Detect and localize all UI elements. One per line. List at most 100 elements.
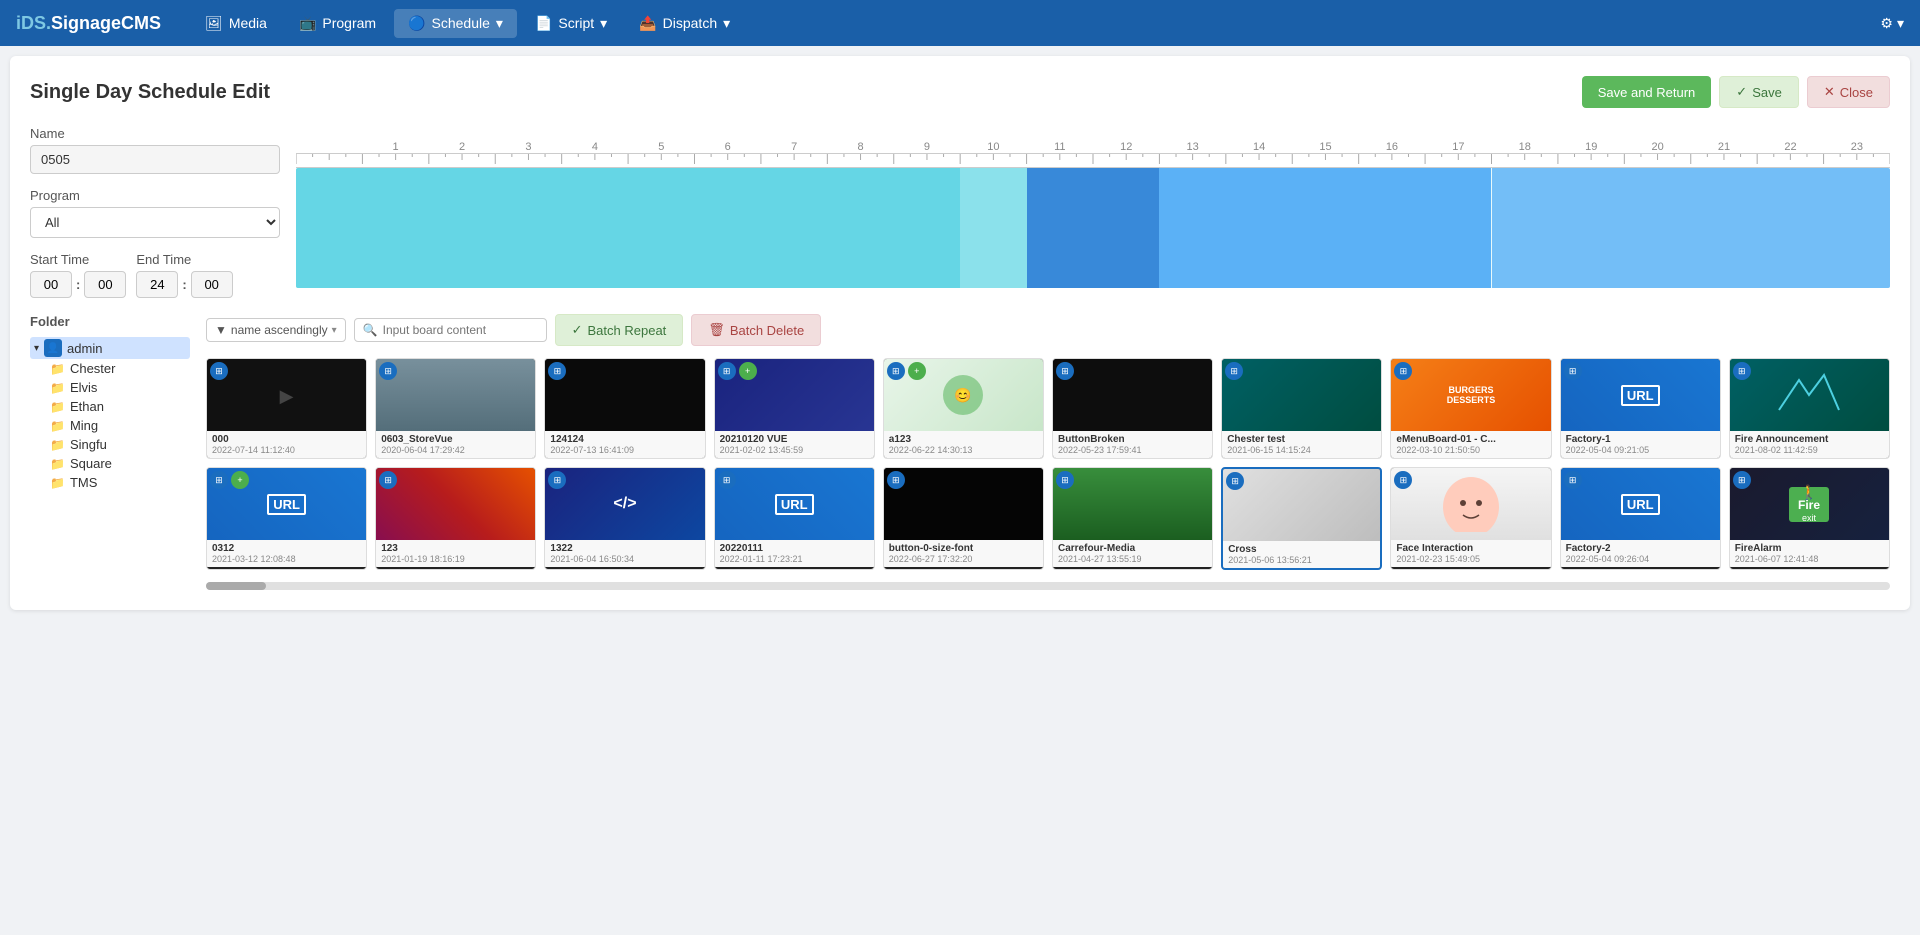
folder-ethan-label: Ethan (70, 399, 104, 414)
media-card-chestertest[interactable]: ⊞ Chester test 2021-06-15 14:15:24 (1221, 358, 1382, 459)
media-date-button0: 2022-06-27 17:32:20 (889, 554, 1038, 564)
media-card-carrefour[interactable]: ⊞ Carrefour-Media 2021-04-27 13:55:19 (1052, 467, 1213, 570)
nav-program[interactable]: 📺 Program (285, 9, 390, 38)
media-card-face[interactable]: ⊞ Face Interaction 2021-02-23 15:49:05 (1390, 467, 1551, 570)
media-info-cross: Cross 2021-05-06 13:56:21 (1223, 541, 1380, 568)
badge-cross: ⊞ (1226, 472, 1244, 490)
folder-admin[interactable]: ▾ 👤 admin (30, 337, 190, 359)
collapse-icon: ▾ (34, 343, 39, 354)
end-time-sep: : (182, 277, 186, 292)
media-card-factory2[interactable]: ⊞ URL Factory-2 2022-05-04 09:26:04 (1560, 467, 1721, 570)
media-card-0603[interactable]: ⊞ 0603_StoreVue 2020-06-04 17:29:42 (375, 358, 536, 459)
nav-media[interactable]: 🖼 Media (191, 9, 281, 38)
media-thumb-chestertest: ⊞ (1222, 359, 1381, 431)
media-thumb-button0: ⊞ (884, 468, 1043, 540)
start-min-input[interactable] (84, 271, 126, 298)
folder-square[interactable]: 📁 Square (46, 454, 190, 473)
media-grid: ⊞ ▶ 000 2022-07-14 11:12:40 ⊞ 0603_Store… (206, 358, 1890, 570)
batch-repeat-button[interactable]: ✓ Batch Repeat (555, 314, 684, 346)
media-card-button0[interactable]: ⊞ button-0-size-font 2022-06-27 17:32:20 (883, 467, 1044, 570)
scrollbar-area[interactable] (206, 582, 1890, 590)
folder-singfu[interactable]: 📁 Singfu (46, 435, 190, 454)
nav-schedule[interactable]: 🔵 Schedule ▾ (394, 9, 517, 38)
folder-ethan[interactable]: 📁 Ethan (46, 397, 190, 416)
media-thumb-123: ⊞ (376, 468, 535, 540)
media-card-124124[interactable]: ⊞ 124124 2022-07-13 16:41:09 (544, 358, 705, 459)
media-card-buttonbroken[interactable]: ⊞ ButtonBroken 2022-05-23 17:59:41 (1052, 358, 1213, 459)
media-card-123[interactable]: ⊞ 123 2021-01-19 18:16:19 (375, 467, 536, 570)
media-card-emenu[interactable]: ⊞ BURGERSDESSERTS eMenuBoard-01 - C... 2… (1390, 358, 1551, 459)
program-select[interactable]: All (30, 207, 280, 238)
timeline-bar-2 (1027, 168, 1160, 288)
badge-face: ⊞ (1394, 471, 1412, 489)
media-card-factory1[interactable]: ⊞ URL Factory-1 2022-05-04 09:21:05 (1560, 358, 1721, 459)
end-min-input[interactable] (191, 271, 233, 298)
badge-emenu: ⊞ (1394, 362, 1412, 380)
media-card-fireannouncement[interactable]: ⊞ Fire Announcement 2021-08-02 11:42:59 (1729, 358, 1890, 459)
media-info-vue: 20210120 VUE 2021-02-02 13:45:59 (715, 431, 874, 458)
nav-media-label: Media (229, 15, 267, 31)
search-icon: 🔍 (363, 323, 378, 337)
a123-svg: 😊 (933, 370, 993, 420)
start-hour-input[interactable] (30, 271, 72, 298)
ruler-labels: 1 2 3 4 5 6 7 8 9 10 11 12 13 14 (296, 141, 1890, 153)
check-icon-batch: ✓ (572, 322, 583, 338)
badge-button0: ⊞ (887, 471, 905, 489)
name-input[interactable] (30, 145, 280, 174)
media-name-a123: a123 (889, 434, 1038, 445)
ruler-label-8: 8 (827, 141, 893, 153)
save-return-button[interactable]: Save and Return (1582, 76, 1712, 108)
media-date-face: 2021-02-23 15:49:05 (1396, 554, 1545, 564)
timeline-bar-5 (960, 168, 1026, 288)
search-input[interactable] (383, 323, 538, 337)
close-button[interactable]: ✕ Close (1807, 76, 1890, 108)
media-date-factory2: 2022-05-04 09:26:04 (1566, 554, 1715, 564)
firealarm-svg: Fire exit 🚶 (1774, 477, 1844, 532)
media-info-buttonbroken: ButtonBroken 2022-05-23 17:59:41 (1053, 431, 1212, 458)
schedule-dropdown-icon: ▾ (496, 15, 503, 32)
page-title: Single Day Schedule Edit (30, 81, 270, 104)
folder-ming[interactable]: 📁 Ming (46, 416, 190, 435)
folder-children: 📁 Chester 📁 Elvis 📁 Ethan 📁 Ming (30, 359, 190, 492)
folder-square-label: Square (70, 456, 112, 471)
media-date-000: 2022-07-14 11:12:40 (212, 445, 361, 455)
end-hour-input[interactable] (136, 271, 178, 298)
end-time-inputs: : (136, 271, 232, 298)
folder-admin-label: admin (67, 341, 102, 356)
badge-fireannouncement: ⊞ (1733, 362, 1751, 380)
media-date-carrefour: 2021-04-27 13:55:19 (1058, 554, 1207, 564)
end-time-label: End Time (136, 252, 232, 267)
scrollbar-thumb[interactable] (206, 582, 266, 590)
timeline-bar-1 (296, 168, 960, 288)
timeline-bars[interactable] (296, 168, 1890, 288)
media-date-factory1: 2022-05-04 09:21:05 (1566, 445, 1715, 455)
media-card-0312[interactable]: ⊞ + URL 0312 2021-03-12 12:08:48 (206, 467, 367, 570)
batch-delete-button[interactable]: 🗑 Batch Delete (691, 314, 821, 346)
badge-vue-green: + (739, 362, 757, 380)
sort-wrapper: ▼ name ascendingly ▾ (206, 318, 346, 342)
media-card-firealarm[interactable]: ⊞ Fire exit 🚶 FireAlarm 2021-06-07 12:41… (1729, 467, 1890, 570)
nav-dispatch[interactable]: 📤 Dispatch ▾ (625, 9, 744, 38)
media-card-cross[interactable]: ⊞ Cross 2021-05-06 13:56:21 (1221, 467, 1382, 570)
folder-icon-ming: 📁 (50, 419, 65, 433)
save-button[interactable]: ✓ Save (1719, 76, 1799, 108)
filter-icon: ▼ (215, 323, 227, 337)
media-info-0312: 0312 2021-03-12 12:08:48 (207, 540, 366, 567)
media-card-20220111[interactable]: ⊞ URL 20220111 2022-01-11 17:23:21 (714, 467, 875, 570)
media-card-a123[interactable]: ⊞ + 😊 a123 2022-06-22 14:30:13 (883, 358, 1044, 459)
media-date-vue: 2021-02-02 13:45:59 (720, 445, 869, 455)
badge-factory1: ⊞ (1564, 362, 1582, 380)
folder-chester[interactable]: 📁 Chester (46, 359, 190, 378)
folder-tms[interactable]: 📁 TMS (46, 473, 190, 492)
media-card-vue[interactable]: ⊞ + 20210120 VUE 2021-02-02 13:45:59 (714, 358, 875, 459)
media-thumb-0603: ⊞ (376, 359, 535, 431)
badge-0312-green: + (231, 471, 249, 489)
ruler-label-4: 4 (562, 141, 628, 153)
factory2-url-text: URL (1621, 494, 1660, 515)
media-card-1322[interactable]: ⊞ </> 1322 2021-06-04 16:50:34 (544, 467, 705, 570)
nav-script[interactable]: 📄 Script ▾ (521, 9, 621, 38)
folder-elvis[interactable]: 📁 Elvis (46, 378, 190, 397)
settings-gear[interactable]: ⚙ ▾ (1880, 15, 1904, 32)
media-card-000[interactable]: ⊞ ▶ 000 2022-07-14 11:12:40 (206, 358, 367, 459)
media-thumb-carrefour: ⊞ (1053, 468, 1212, 540)
